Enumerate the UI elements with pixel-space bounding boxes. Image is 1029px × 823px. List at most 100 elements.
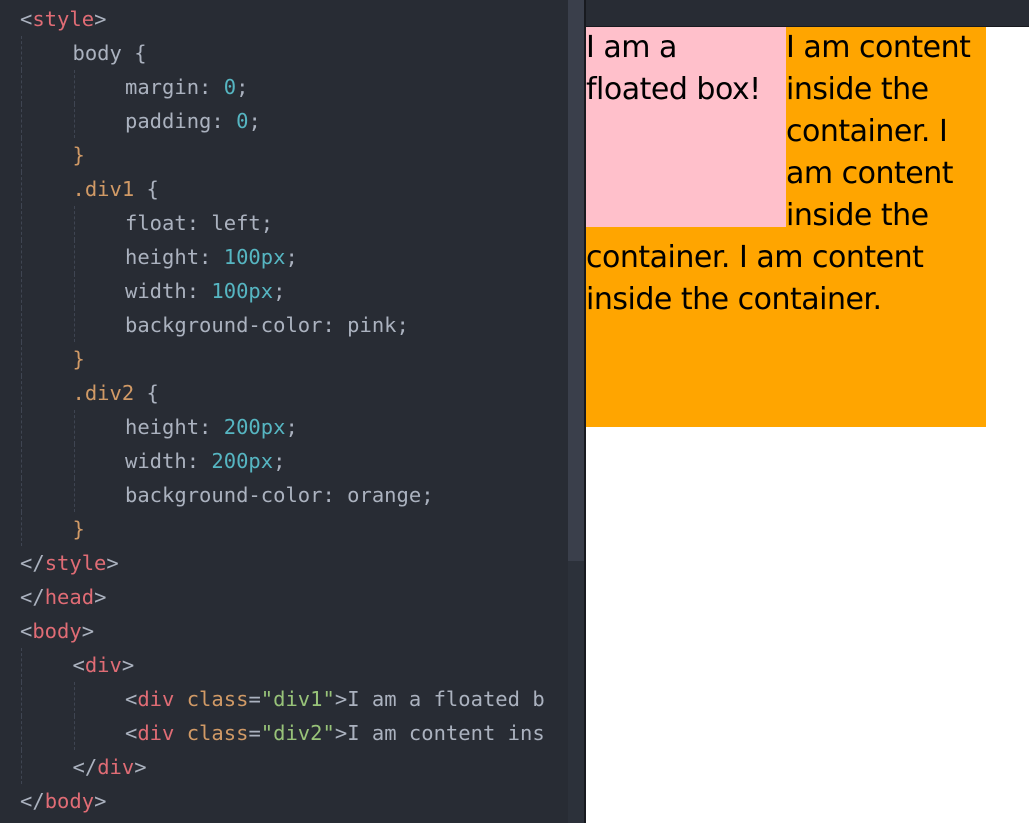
code-token: 0 [223,75,237,99]
code-token: } [72,143,85,167]
code-token: < [125,721,138,745]
code-line[interactable]: .div2 { [0,376,568,410]
code-token: < [125,687,138,711]
code-token: div [84,653,122,677]
code-line[interactable]: width: 100px; [0,274,568,308]
code-token: style [32,7,95,31]
code-token: body [32,619,82,643]
code-token: padding: [125,109,237,133]
indent-guide [21,716,22,750]
indent-guide [21,512,22,546]
code-token: width: [125,279,212,303]
code-line[interactable]: </div> [0,750,568,784]
code-line[interactable]: body { [0,36,568,70]
code-token: { [134,177,159,201]
code-token: "div1" [260,687,335,711]
code-line[interactable]: <div class="div2">I am content ins [0,716,568,750]
code-token: { [134,381,159,405]
code-token: 200px [223,415,286,439]
code-token: ; [248,109,261,133]
indent-guide [21,478,22,512]
code-token: > [106,551,119,575]
preview-header-bar [586,0,1029,27]
code-token: ; [236,75,249,99]
code-line[interactable]: } [0,138,568,172]
code-line[interactable]: </body> [0,784,568,818]
indent-guide [73,274,75,308]
indent-guide [21,376,22,410]
code-token: ; [285,245,298,269]
code-line[interactable]: padding: 0; [0,104,568,138]
code-line[interactable]: .div1 { [0,172,568,206]
indent-guide [21,104,22,138]
code-token: > [334,721,348,745]
code-line[interactable]: <div> [0,648,568,682]
code-editor[interactable]: <style> body {margin: 0; padding: 0;} .div1… [0,0,584,823]
code-token: width: [125,449,212,473]
code-token: 100px [223,245,286,269]
editor-scrollbar-thumb[interactable] [568,0,584,561]
code-line[interactable]: background-color: pink; [0,308,568,342]
indent-guide [73,308,75,342]
indent-guide [21,172,22,206]
code-token: div [97,755,135,779]
indent-guide [21,70,22,104]
code-line[interactable]: float: left; [0,206,568,240]
indent-guide [21,138,22,172]
code-line[interactable]: background-color: orange; [0,478,568,512]
indent-guide [21,206,22,240]
code-token: > [121,653,135,677]
code-token: margin: [125,75,224,99]
code-token: background-color: pink; [125,313,409,337]
indent-guide [21,240,22,274]
code-token: < [20,7,33,31]
code-token: I am a floated b [347,687,545,711]
code-token: < [20,619,33,643]
code-line[interactable]: } [0,342,568,376]
indent-guide [73,716,75,750]
code-line[interactable]: </style> [0,546,568,580]
indent-guide [21,750,22,784]
code-token: .div1 [72,177,135,201]
code-token: } [72,347,85,371]
indent-guide [73,104,75,138]
code-line[interactable]: <div class="div1">I am a floated b [0,682,568,716]
code-line[interactable]: width: 200px; [0,444,568,478]
code-line[interactable]: </head> [0,580,568,614]
rendered-page: I am a floated box! I am content inside … [586,27,986,427]
code-line[interactable]: height: 200px; [0,410,568,444]
code-line[interactable]: } [0,512,568,546]
code-token: > [81,619,95,643]
code-token: height: [125,415,224,439]
indent-guide [21,648,22,682]
code-token: 0 [236,109,249,133]
code-line[interactable]: <body> [0,614,568,648]
indent-guide [21,444,22,478]
code-token: height: [125,245,224,269]
code-line[interactable]: height: 100px; [0,240,568,274]
code-lines[interactable]: <style> body {margin: 0; padding: 0;} .div1… [0,2,568,818]
indent-guide [73,70,75,104]
code-token: > [134,755,147,779]
code-token: class [186,687,249,711]
code-token: > [334,687,348,711]
code-token: "div2" [260,721,335,745]
code-token: > [94,789,107,813]
code-token: 100px [211,279,274,303]
browser-preview: I am a floated box! I am content inside … [586,0,1029,823]
code-token: div [137,687,175,711]
code-token: background-color: orange; [125,483,434,507]
code-token: ; [273,449,286,473]
indent-guide [73,410,75,444]
floated-box: I am a floated box! [586,27,786,227]
code-token: ; [273,279,286,303]
code-token: > [94,7,107,31]
code-token: float: left; [125,211,274,235]
indent-guide [73,444,75,478]
code-token: </ [72,755,98,779]
code-token: head [44,585,95,609]
code-token: </ [20,789,45,813]
code-line[interactable]: <style> [0,2,568,36]
code-line[interactable]: margin: 0; [0,70,568,104]
